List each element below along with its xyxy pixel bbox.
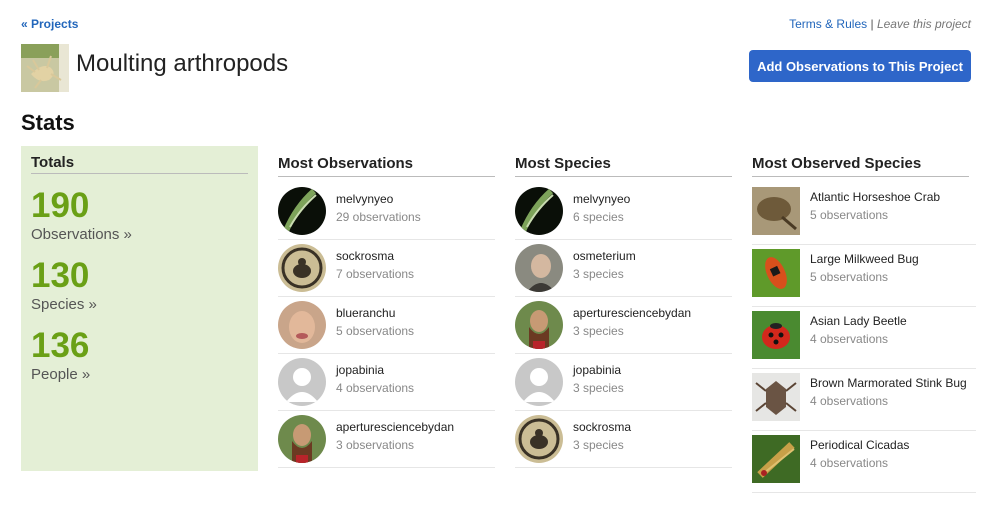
user-name[interactable]: jopabinia: [573, 363, 621, 377]
species-photo[interactable]: [752, 373, 800, 421]
list-item[interactable]: Asian Lady Beetle 4 observations: [752, 307, 976, 369]
list-item[interactable]: jopabinia 4 observations: [278, 354, 495, 411]
species-photo[interactable]: [752, 249, 800, 297]
observation-count: 4 observations: [810, 456, 889, 470]
user-avatar[interactable]: [515, 358, 563, 406]
people-count[interactable]: 136: [31, 328, 89, 363]
list-item[interactable]: osmeterium 3 species: [515, 240, 732, 297]
observation-count: 4 observations: [810, 394, 889, 408]
totals-panel: Totals 190 Observations » 130 Species » …: [21, 146, 258, 471]
species-photo[interactable]: [752, 435, 800, 483]
user-avatar[interactable]: [278, 301, 326, 349]
link-separator: |: [870, 17, 874, 31]
species-name[interactable]: Atlantic Horseshoe Crab: [810, 190, 940, 204]
species-link[interactable]: Species »: [31, 296, 97, 313]
user-name[interactable]: aperturesciencebydan: [573, 306, 691, 320]
user-name[interactable]: osmeterium: [573, 249, 636, 263]
species-photo[interactable]: [752, 187, 800, 235]
totals-heading: Totals: [31, 154, 248, 174]
most-observations-column: Most Observations melvynyeo 29 observati…: [278, 155, 495, 468]
list-item[interactable]: melvynyeo 6 species: [515, 183, 732, 240]
list-item[interactable]: melvynyeo 29 observations: [278, 183, 495, 240]
leave-project-link[interactable]: Leave this project: [877, 17, 971, 31]
user-name[interactable]: sockrosma: [336, 249, 394, 263]
list-item[interactable]: blueranchu 5 observations: [278, 297, 495, 354]
list-item[interactable]: aperturesciencebydan 3 observations: [278, 411, 495, 468]
user-avatar[interactable]: [278, 358, 326, 406]
user-name[interactable]: jopabinia: [336, 363, 384, 377]
list-item[interactable]: Atlantic Horseshoe Crab 5 observations: [752, 183, 976, 245]
user-name[interactable]: blueranchu: [336, 306, 395, 320]
add-observations-button[interactable]: Add Observations to This Project: [749, 50, 971, 82]
user-name[interactable]: melvynyeo: [336, 192, 393, 206]
terms-rules-link[interactable]: Terms & Rules: [789, 17, 867, 31]
observation-count: 7 observations: [336, 267, 415, 281]
user-name[interactable]: aperturesciencebydan: [336, 420, 454, 434]
list-item[interactable]: Brown Marmorated Stink Bug 4 observation…: [752, 369, 976, 431]
species-count: 6 species: [573, 210, 624, 224]
observations-count[interactable]: 190: [31, 188, 89, 223]
observation-count: 5 observations: [810, 270, 889, 284]
list-item[interactable]: sockrosma 7 observations: [278, 240, 495, 297]
species-name[interactable]: Asian Lady Beetle: [810, 314, 907, 328]
most-observations-heading: Most Observations: [278, 155, 495, 177]
list-item[interactable]: aperturesciencebydan 3 species: [515, 297, 732, 354]
species-count: 3 species: [573, 438, 624, 452]
most-observed-species-heading: Most Observed Species: [752, 155, 969, 177]
most-species-column: Most Species melvynyeo 6 species osmeter…: [515, 155, 732, 468]
user-avatar[interactable]: [278, 187, 326, 235]
observation-count: 4 observations: [810, 332, 889, 346]
user-avatar[interactable]: [278, 244, 326, 292]
most-observed-species-column: Most Observed Species Atlantic Horseshoe…: [752, 155, 976, 493]
user-avatar[interactable]: [515, 415, 563, 463]
user-name[interactable]: melvynyeo: [573, 192, 630, 206]
observations-link[interactable]: Observations »: [31, 226, 132, 243]
species-count[interactable]: 130: [31, 258, 89, 293]
species-name[interactable]: Periodical Cicadas: [810, 438, 909, 452]
project-title: Moulting arthropods: [76, 50, 289, 77]
user-avatar[interactable]: [515, 301, 563, 349]
species-count: 3 species: [573, 267, 624, 281]
observation-count: 4 observations: [336, 381, 415, 395]
user-avatar[interactable]: [278, 415, 326, 463]
user-name[interactable]: sockrosma: [573, 420, 631, 434]
species-count: 3 species: [573, 324, 624, 338]
species-photo[interactable]: [752, 311, 800, 359]
project-icon[interactable]: [21, 44, 69, 92]
observation-count: 3 observations: [336, 438, 415, 452]
observation-count: 5 observations: [336, 324, 415, 338]
list-item[interactable]: Periodical Cicadas 4 observations: [752, 431, 976, 493]
list-item[interactable]: Large Milkweed Bug 5 observations: [752, 245, 976, 307]
user-avatar[interactable]: [515, 244, 563, 292]
stats-heading: Stats: [21, 110, 75, 135]
people-link[interactable]: People »: [31, 366, 90, 383]
species-count: 3 species: [573, 381, 624, 395]
most-species-heading: Most Species: [515, 155, 732, 177]
observation-count: 29 observations: [336, 210, 421, 224]
list-item[interactable]: jopabinia 3 species: [515, 354, 732, 411]
user-avatar[interactable]: [515, 187, 563, 235]
species-name[interactable]: Brown Marmorated Stink Bug: [810, 376, 967, 390]
species-name[interactable]: Large Milkweed Bug: [810, 252, 919, 266]
observation-count: 5 observations: [810, 208, 889, 222]
list-item[interactable]: sockrosma 3 species: [515, 411, 732, 468]
project-links: Terms & Rules | Leave this project: [789, 17, 971, 31]
projects-back-link[interactable]: « Projects: [21, 17, 78, 31]
